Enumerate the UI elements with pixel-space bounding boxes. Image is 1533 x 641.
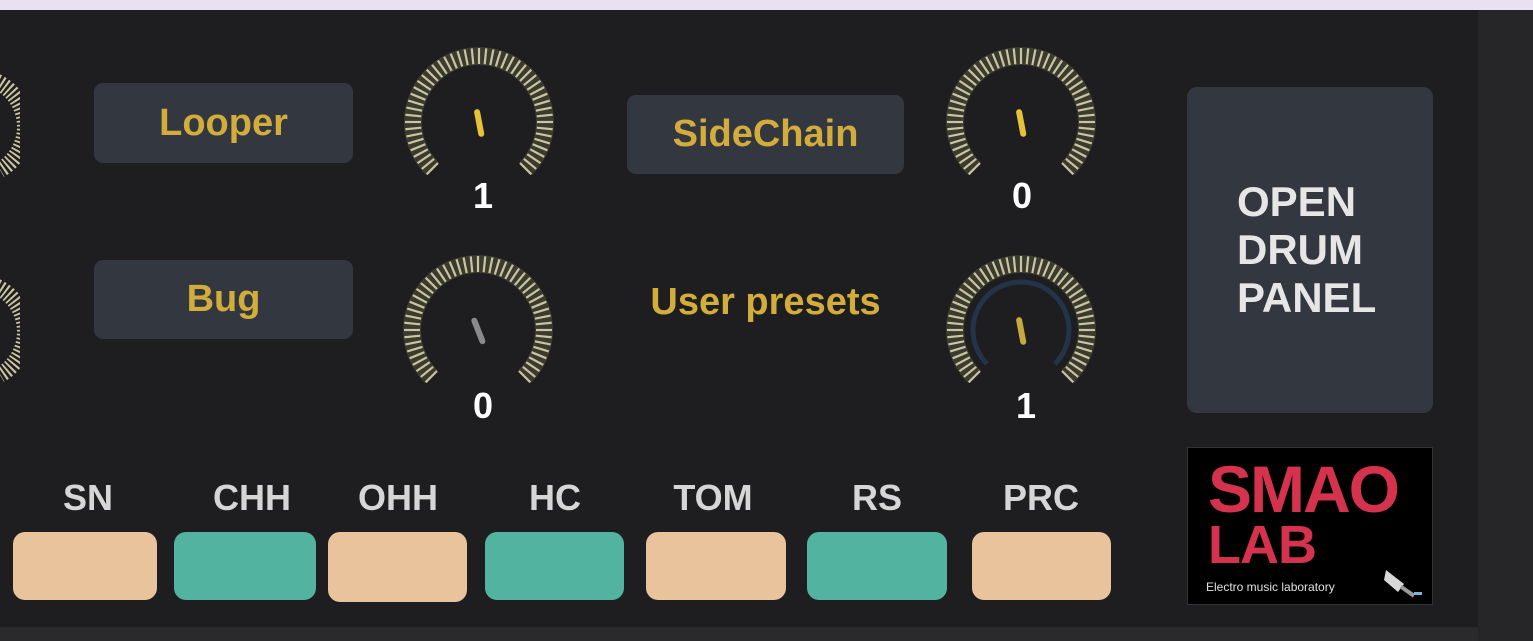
open-drum-panel-line1: OPEN <box>1237 178 1357 225</box>
drum-pad-prc[interactable] <box>972 532 1111 600</box>
drum-label-chh: CHH <box>213 477 291 518</box>
drum-label-rs: RS <box>851 477 902 518</box>
drum-pad-rs[interactable] <box>807 532 947 600</box>
drum-pad-tom[interactable] <box>646 532 786 600</box>
drum-pad-ohh[interactable] <box>328 532 467 602</box>
top-bar <box>0 0 1533 10</box>
bug-button[interactable]: Bug <box>94 260 353 339</box>
looper-knob-value: 1 <box>472 175 494 216</box>
cleaver-icon <box>1384 570 1422 598</box>
drum-pad-sn[interactable] <box>13 532 157 600</box>
user-presets-knob-value: 1 <box>1015 385 1037 426</box>
drum-label-prc: PRC <box>1002 477 1079 518</box>
partial-knob-bottom[interactable] <box>0 275 20 385</box>
bug-knob-value: 0 <box>472 385 494 426</box>
open-drum-panel-line2: DRUM <box>1237 226 1363 273</box>
partial-knob-top[interactable] <box>0 70 20 180</box>
drum-label-ohh: OHH <box>358 477 438 518</box>
bug-knob[interactable] <box>398 246 568 406</box>
sidechain-button[interactable]: SideChain <box>627 95 904 174</box>
drum-label-tom: TOM <box>673 477 753 518</box>
open-drum-panel-button[interactable]: OPEN DRUM PANEL <box>1187 87 1433 413</box>
smao-lab-logo: SMAO LAB Electro music laboratory <box>1187 447 1433 605</box>
open-drum-panel-line3: PANEL <box>1237 274 1377 321</box>
user-presets-label: User presets <box>650 280 881 323</box>
logo-line2: LAB <box>1208 515 1317 575</box>
logo-line1: SMAO <box>1208 452 1400 526</box>
user-presets-knob[interactable] <box>941 246 1111 406</box>
drum-label-sn: SN <box>62 477 113 518</box>
drum-pad-chh[interactable] <box>174 532 316 600</box>
sidechain-knob[interactable] <box>941 38 1111 198</box>
drum-label-hc: HC <box>529 477 581 518</box>
drum-pad-hc[interactable] <box>485 532 624 600</box>
bottom-strip <box>0 627 1478 641</box>
sidechain-knob-value: 0 <box>1011 175 1033 216</box>
looper-knob[interactable] <box>399 38 569 198</box>
logo-tagline: Electro music laboratory <box>1206 580 1335 594</box>
looper-button[interactable]: Looper <box>94 83 353 163</box>
right-strip <box>1478 10 1533 641</box>
